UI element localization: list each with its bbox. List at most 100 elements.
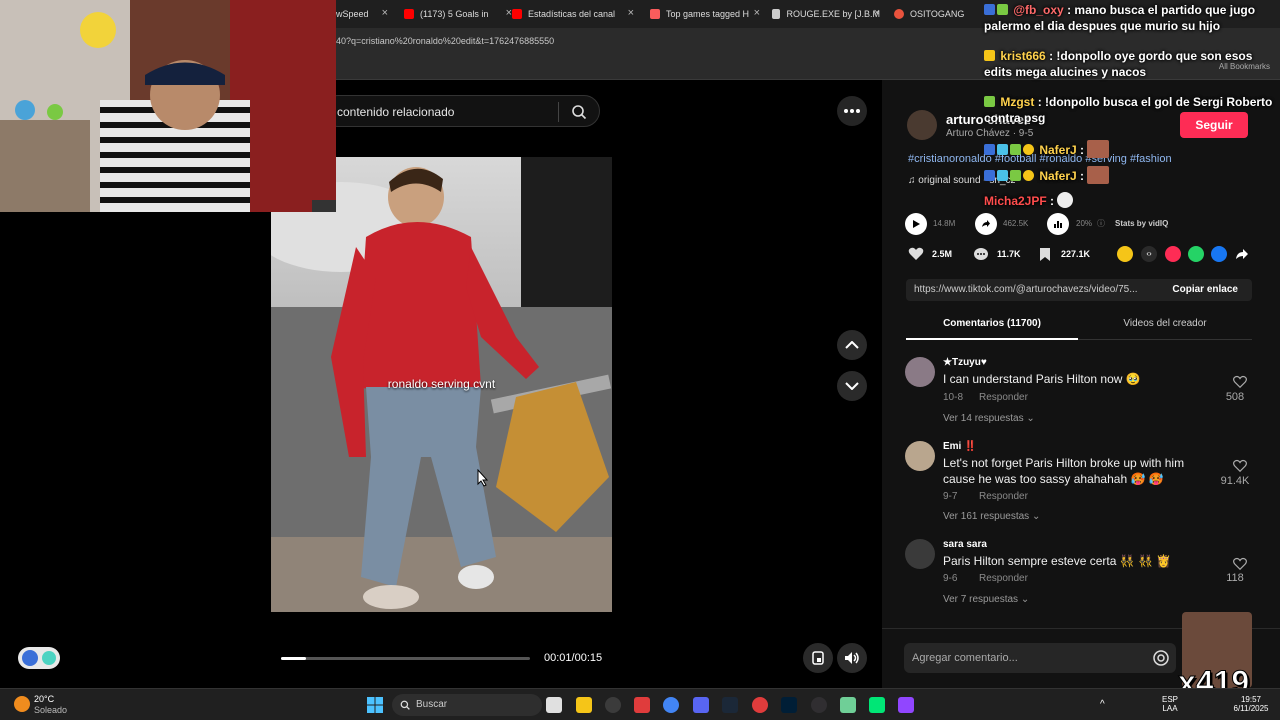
file-explorer-icon[interactable]: [576, 697, 592, 713]
browser-tab[interactable]: Top games tagged H ×: [650, 4, 760, 24]
comment-bubble-icon[interactable]: [973, 247, 989, 262]
chat-message: @fb_oxy : mano busca el partido que jugo…: [984, 3, 1256, 33]
commenter-avatar[interactable]: [905, 539, 935, 569]
chrome-icon[interactable]: [663, 697, 679, 713]
video-progress-bar[interactable]: [281, 657, 530, 660]
browser-tab[interactable]: (1173) 5 Goals in ×: [404, 4, 512, 24]
close-tab-icon[interactable]: ×: [754, 7, 760, 19]
chat-badge-icon: [997, 144, 1008, 155]
chat-badge-icon: [984, 170, 995, 181]
chat-badge-icon: [984, 144, 995, 155]
task-view-icon[interactable]: [546, 697, 562, 713]
obs-icon[interactable]: [811, 697, 827, 713]
commenter-name[interactable]: ★Tzuyu♥: [943, 357, 987, 368]
search-input[interactable]: contenido relacionado: [337, 105, 454, 119]
app-icon[interactable]: [605, 697, 621, 713]
browser-tab[interactable]: Estadísticas del canal ×: [512, 4, 634, 24]
shares-stat-button[interactable]: [975, 213, 997, 235]
view-replies-button[interactable]: Ver 7 respuestas ⌄: [943, 594, 1029, 605]
more-options-button[interactable]: [837, 96, 867, 126]
extension-widget[interactable]: [18, 647, 60, 669]
webcam-overlay: [0, 0, 336, 212]
send-icon[interactable]: [1165, 246, 1181, 262]
browser-tab[interactable]: ROUGE.EXE by [J.B.M ×: [772, 4, 880, 24]
steam-icon[interactable]: [722, 697, 738, 713]
mention-icon[interactable]: [1152, 649, 1170, 667]
picture-in-picture-button[interactable]: [803, 643, 833, 673]
photoshop-icon[interactable]: [781, 697, 797, 713]
commenter-name[interactable]: Emi ‼️: [943, 441, 977, 452]
like-count: 2.5M: [932, 249, 953, 259]
reply-button[interactable]: Responder: [979, 573, 1028, 584]
shares-stat-count: 462.5K: [1003, 219, 1029, 228]
browser-tab[interactable]: wSpeed ×: [336, 4, 388, 24]
app-icon[interactable]: [634, 697, 650, 713]
stream-chat-overlay: @fb_oxy : mano busca el partido que jugo…: [984, 0, 1280, 212]
copy-link-button[interactable]: Copiar enlace: [1172, 284, 1238, 295]
close-tab-icon[interactable]: ×: [382, 7, 388, 19]
view-replies-button[interactable]: Ver 14 respuestas ⌄: [943, 413, 1035, 424]
views-stat-button[interactable]: [905, 213, 927, 235]
video-link[interactable]: https://www.tiktok.com/@arturochavezs/vi…: [914, 284, 1138, 295]
windows-start-icon[interactable]: [367, 697, 383, 713]
chat-badge-icon: [997, 170, 1008, 181]
youtube-studio-icon: [512, 9, 522, 19]
comment-like-icon[interactable]: [1233, 459, 1247, 473]
facebook-icon[interactable]: [1211, 246, 1227, 262]
tab-comments[interactable]: Comentarios (11700): [906, 312, 1078, 340]
volume-button[interactable]: [837, 643, 867, 673]
commenter-name[interactable]: sara sara: [943, 539, 987, 550]
webcam-image: [0, 0, 336, 212]
chevron-down-icon: [845, 382, 859, 390]
author-avatar[interactable]: [907, 110, 937, 140]
tray-chevron-icon[interactable]: ^: [1100, 699, 1105, 710]
video-player[interactable]: ronaldo serving cvnt: [271, 157, 612, 612]
weather-description[interactable]: Soleado: [34, 705, 67, 715]
close-tab-icon[interactable]: ×: [874, 7, 880, 19]
taskbar-search[interactable]: Buscar: [392, 694, 542, 716]
opera-icon[interactable]: [752, 697, 768, 713]
search-box[interactable]: contenido relacionado: [322, 95, 600, 127]
next-video-button[interactable]: [837, 371, 867, 401]
reply-button[interactable]: Responder: [979, 491, 1028, 502]
play-icon: [913, 220, 920, 228]
tab-creator-videos[interactable]: Videos del creador: [1078, 312, 1252, 340]
clock[interactable]: 19:57 6/11/2025: [1226, 695, 1276, 713]
share-icon[interactable]: [1235, 248, 1249, 260]
weather-sun-icon[interactable]: [14, 696, 30, 712]
embed-code-icon[interactable]: ‹›: [1141, 246, 1157, 262]
chat-message: krist666 : !donpollo oye gordo que son e…: [984, 49, 1253, 79]
heart-icon[interactable]: [908, 247, 924, 261]
add-comment-input[interactable]: [904, 643, 1134, 673]
app-icon[interactable]: [869, 697, 885, 713]
twitch-icon[interactable]: [898, 697, 914, 713]
bookmark-icon[interactable]: [1039, 247, 1051, 262]
view-replies-button[interactable]: Ver 161 respuestas ⌄: [943, 511, 1040, 522]
commenter-avatar[interactable]: [905, 357, 935, 387]
more-dots-icon: [844, 109, 860, 113]
close-tab-icon[interactable]: ×: [628, 7, 634, 19]
commenter-avatar[interactable]: [905, 441, 935, 471]
chat-badge-icon: [984, 4, 995, 15]
comment-like-icon[interactable]: [1233, 557, 1247, 571]
weather-temperature[interactable]: 20°C: [34, 694, 54, 704]
emote-icon: [1057, 192, 1074, 208]
info-icon[interactable]: ⓘ: [1097, 218, 1105, 229]
language-indicator[interactable]: ESP LAA: [1162, 695, 1178, 713]
discord-icon[interactable]: [693, 697, 709, 713]
windows-taskbar: 20°C Soleado Buscar ^ ESP LAA 19:57 6/11/2…: [0, 688, 1280, 720]
search-icon[interactable]: [571, 104, 587, 120]
chat-badge-icon: [984, 96, 995, 107]
notepad-icon[interactable]: [840, 697, 856, 713]
reply-button[interactable]: Responder: [979, 392, 1028, 403]
comment-like-icon[interactable]: [1233, 375, 1247, 389]
video-progress-fill: [281, 657, 306, 660]
whatsapp-icon[interactable]: [1188, 246, 1204, 262]
chat-message: NaferJ :: [984, 140, 1280, 158]
youtube-icon: [404, 9, 414, 19]
previous-video-button[interactable]: [837, 330, 867, 360]
engagement-stat-button[interactable]: [1047, 213, 1069, 235]
repost-icon[interactable]: [1117, 246, 1133, 262]
browser-tab[interactable]: OSITOGANG: [894, 4, 974, 24]
comment-item: Emi ‼️ Let's not forget Paris Hilton bro…: [905, 441, 1255, 522]
